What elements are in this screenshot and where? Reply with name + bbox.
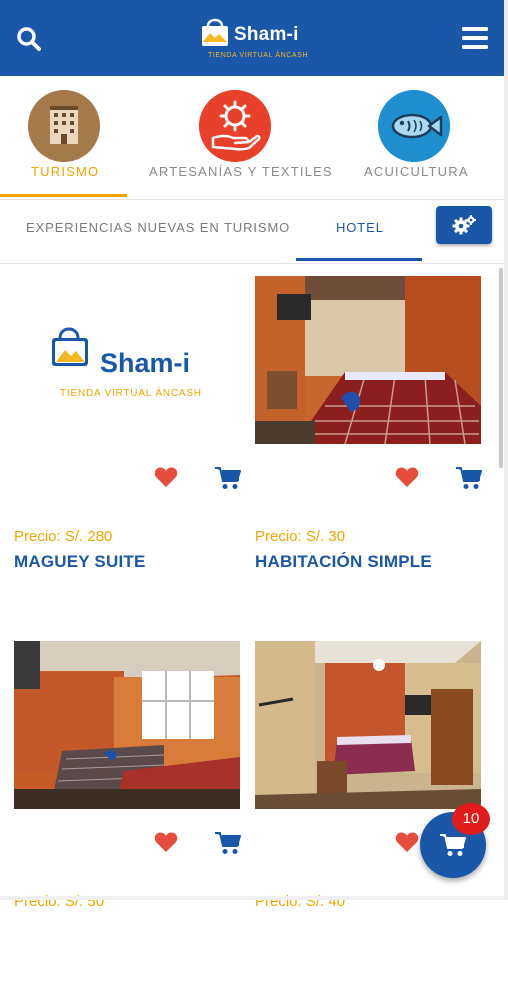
cart-icon (440, 834, 466, 856)
page-bottom-edge (0, 896, 504, 900)
favorite-heart-icon[interactable] (395, 831, 419, 853)
product-card[interactable]: Sham-i TIENDA VIRTUAL ÁNCASH Precio: S/.… (14, 276, 241, 636)
category-bar: TURISMO ARTESANÍAS Y TEXTILES ACUICULTUR… (0, 76, 504, 198)
hamburger-menu-icon[interactable] (462, 27, 488, 49)
product-image-placeholder[interactable]: Sham-i TIENDA VIRTUAL ÁNCASH (14, 276, 240, 444)
category-label: ACUICULTURA (364, 164, 469, 179)
product-card[interactable]: Precio: S/. 30 HABITACIÓN SIMPLE (255, 276, 482, 636)
shopping-bag-logo-icon (202, 18, 228, 46)
favorite-heart-icon[interactable] (154, 831, 178, 853)
scrollbar-thumb[interactable] (499, 268, 503, 468)
add-to-cart-icon[interactable] (215, 831, 241, 855)
placeholder-logo-title: Sham-i (100, 348, 191, 378)
logo-title: Sham-i (234, 24, 299, 45)
subcategory-tabs: EXPERIENCIAS NUEVAS EN TURISMO HOTEL (0, 199, 504, 264)
category-turismo[interactable]: TURISMO (0, 76, 127, 198)
category-acuicultura[interactable]: ACUICULTURA (337, 76, 504, 198)
app-header: Sham-i TIENDA VIRTUAL ÁNCASH (0, 0, 504, 76)
favorite-heart-icon[interactable] (395, 466, 419, 488)
favorite-heart-icon[interactable] (154, 466, 178, 488)
filter-settings-button[interactable] (436, 206, 492, 244)
search-icon[interactable] (16, 26, 42, 52)
category-label: ARTESANÍAS Y TEXTILES (149, 164, 333, 179)
product-card[interactable]: Precio: S/. 50 (14, 641, 241, 1001)
add-to-cart-icon[interactable] (215, 466, 241, 490)
hotel-room-photo[interactable] (255, 276, 481, 444)
placeholder-logo-subtitle: TIENDA VIRTUAL ÁNCASH (60, 388, 202, 399)
hotel-room-photo[interactable] (14, 641, 240, 809)
product-price: Precio: S/. 280 (14, 528, 113, 545)
tab-hotel[interactable]: HOTEL (336, 220, 384, 235)
hand-gear-icon (199, 90, 271, 162)
page-edge (504, 0, 508, 900)
category-label: TURISMO (31, 164, 100, 179)
product-price: Precio: S/. 30 (255, 528, 346, 545)
active-category-indicator (0, 194, 127, 197)
hotel-building-icon (28, 90, 100, 162)
tab-experiencias[interactable]: EXPERIENCIAS NUEVAS EN TURISMO (26, 220, 290, 235)
gears-icon (452, 215, 476, 235)
cart-count-badge: 10 (452, 803, 490, 835)
active-tab-indicator (296, 258, 422, 261)
product-grid: Sham-i TIENDA VIRTUAL ÁNCASH Precio: S/.… (0, 264, 500, 910)
hotel-room-photo[interactable] (255, 641, 481, 809)
product-name[interactable]: MAGUEY SUITE (14, 552, 146, 572)
fish-icon (378, 90, 450, 162)
brand-logo[interactable]: Sham-i TIENDA VIRTUAL ÁNCASH (200, 14, 320, 64)
product-name[interactable]: HABITACIÓN SIMPLE (255, 552, 432, 572)
logo-subtitle: TIENDA VIRTUAL ÁNCASH (208, 52, 309, 59)
category-artesanias[interactable]: ARTESANÍAS Y TEXTILES (127, 76, 337, 198)
add-to-cart-icon[interactable] (456, 466, 482, 490)
